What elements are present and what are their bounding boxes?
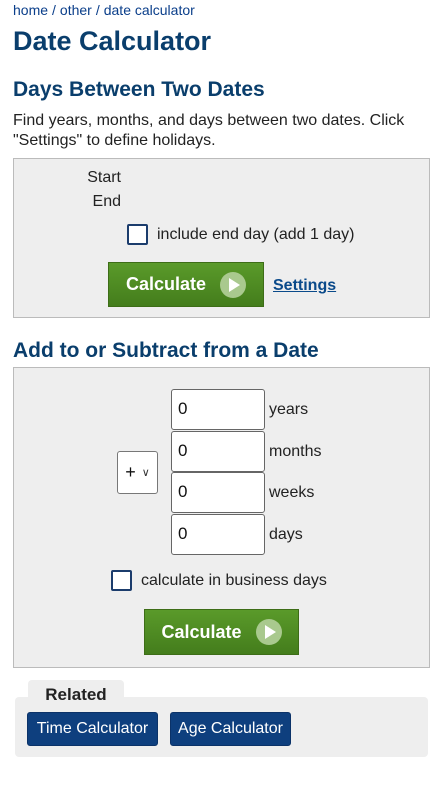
months-unit-label: months — [269, 443, 322, 460]
include-end-day-row[interactable]: include end day (add 1 day) — [127, 224, 354, 245]
breadcrumb-other-link[interactable]: other — [60, 2, 92, 18]
days-input[interactable]: 0 — [171, 514, 265, 555]
calculate-button-add-subtract[interactable]: Calculate — [144, 609, 299, 655]
page-title: Date Calculator — [13, 26, 212, 56]
play-icon — [220, 271, 247, 298]
chevron-down-icon: ∨ — [141, 467, 150, 479]
breadcrumb-separator: / — [95, 2, 100, 18]
business-days-row[interactable]: calculate in business days — [111, 570, 327, 591]
include-end-day-checkbox[interactable] — [127, 224, 148, 245]
section-description: Find years, months, and days between two… — [13, 112, 405, 149]
months-input[interactable]: 0 — [171, 431, 265, 472]
breadcrumb-current-link[interactable]: date calculator — [104, 2, 195, 18]
breadcrumb-separator: / — [52, 2, 56, 18]
related-tab: Related — [28, 680, 124, 704]
settings-link[interactable]: Settings — [273, 277, 336, 295]
business-days-checkbox[interactable] — [111, 570, 132, 591]
start-date-label: Start — [87, 169, 121, 186]
age-calculator-link[interactable]: Age Calculator — [170, 712, 291, 746]
years-unit-label: years — [269, 401, 309, 418]
calculate-button-label: Calculate — [161, 621, 242, 642]
weeks-input[interactable]: 0 — [171, 472, 265, 513]
business-days-label: calculate in business days — [141, 571, 327, 589]
play-icon — [255, 619, 282, 645]
weeks-unit-label: weeks — [269, 484, 315, 501]
operator-select[interactable]: + ∨ — [117, 451, 158, 494]
section-heading-add-subtract: Add to or Subtract from a Date — [13, 339, 319, 362]
days-unit-label: days — [269, 526, 303, 543]
years-input[interactable]: 0 — [171, 389, 265, 430]
breadcrumb-home-link[interactable]: home — [13, 2, 48, 18]
calculate-button-days-between[interactable]: Calculate — [108, 262, 264, 307]
calculate-button-label: Calculate — [125, 274, 207, 294]
operator-value: + — [125, 462, 136, 482]
include-end-day-label: include end day (add 1 day) — [157, 225, 355, 243]
section-heading-days-between: Days Between Two Dates — [13, 78, 265, 101]
breadcrumb: home / other / date calculator — [13, 2, 195, 18]
end-date-label: End — [92, 193, 121, 210]
time-calculator-link[interactable]: Time Calculator — [27, 712, 158, 746]
